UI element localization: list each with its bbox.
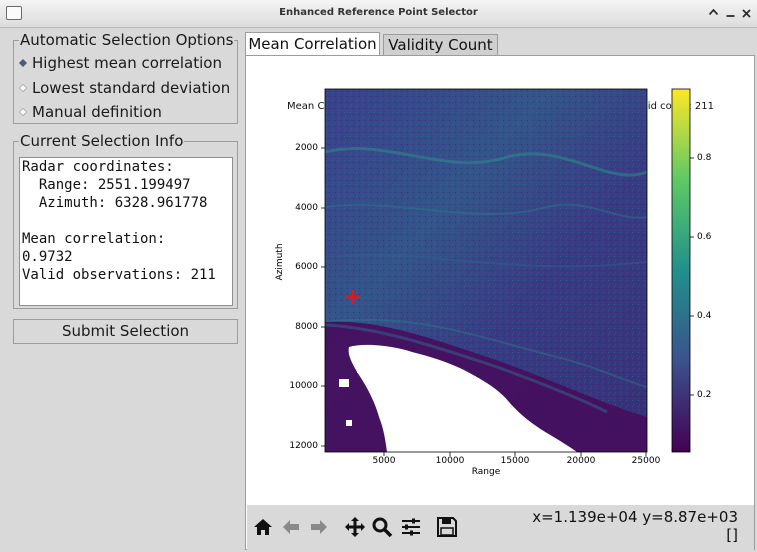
- selection-info-title: Current Selection Info: [19, 132, 185, 150]
- y-tick-label: 8000: [295, 322, 318, 332]
- plot-toolbar: x=1.139e+04 y=8.87e+03 []: [247, 505, 754, 550]
- colorbar-ticks: [690, 157, 694, 396]
- pan-button[interactable]: [343, 515, 367, 539]
- plot-canvas: [321, 88, 694, 456]
- colorbar-tick-label: 0.2: [697, 390, 712, 400]
- radio-selected-icon: [19, 59, 27, 67]
- configure-icon: [402, 518, 420, 536]
- selection-info-text: Radar coordinates: Range: 2551.199497 Az…: [22, 159, 216, 283]
- zoom-button[interactable]: [370, 515, 394, 539]
- x-tick-label: 15000: [500, 456, 530, 466]
- submit-selection-button[interactable]: Submit Selection: [13, 319, 238, 344]
- colorbar-tick-label: 0.4: [697, 311, 712, 321]
- back-button[interactable]: [279, 515, 303, 539]
- selection-info-frame: Current Selection Info Radar coordinates…: [13, 132, 238, 309]
- maximize-button[interactable]: [705, 5, 721, 21]
- cursor-value: []: [726, 526, 738, 544]
- radio-label: Manual definition: [32, 103, 162, 121]
- home-button[interactable]: [251, 515, 275, 539]
- zoom-icon: [372, 517, 393, 538]
- radio-label: Lowest standard deviation: [32, 79, 231, 97]
- forward-icon: [311, 520, 327, 534]
- radio-unselected-icon: [18, 83, 28, 93]
- save-button[interactable]: [435, 515, 459, 539]
- title-bar: Enhanced Reference Point Selector: [0, 0, 757, 28]
- home-icon: [254, 519, 272, 535]
- notebook-panel: Mean Correlation - Range: 11388.47, Azim…: [245, 55, 755, 550]
- radio-highest-mean-correlation[interactable]: Highest mean correlation: [18, 53, 222, 73]
- pan-icon: [345, 517, 365, 537]
- configure-button[interactable]: [399, 515, 423, 539]
- forward-button[interactable]: [307, 515, 331, 539]
- plot-figure[interactable]: Mean Correlation - Range: 11388.47, Azim…: [247, 57, 754, 505]
- save-icon: [437, 517, 457, 537]
- cursor-coordinates: x=1.139e+04 y=8.87e+03: [532, 508, 738, 526]
- y-axis-label: Azimuth: [275, 243, 285, 281]
- x-tick-label: 10000: [435, 456, 465, 466]
- y-tick-label: 6000: [295, 262, 318, 272]
- x-tick-label: 5000: [372, 456, 396, 466]
- x-axis-label: Range: [471, 467, 501, 477]
- radio-label: Highest mean correlation: [32, 54, 222, 72]
- colorbar-tick-label: 0.6: [697, 232, 712, 242]
- y-tick-label: 12000: [289, 441, 318, 451]
- window-title: Enhanced Reference Point Selector: [279, 7, 478, 18]
- minimize-button[interactable]: [722, 5, 738, 21]
- minimize-icon: [726, 15, 734, 17]
- y-axis: [321, 147, 325, 447]
- back-icon: [283, 520, 299, 534]
- tab-validity-count[interactable]: Validity Count: [383, 34, 498, 56]
- selection-info-textbox[interactable]: Radar coordinates: Range: 2551.199497 Az…: [19, 157, 233, 306]
- y-tick-label: 10000: [289, 381, 318, 391]
- colorbar-tick-label: 0.8: [697, 153, 712, 163]
- close-button[interactable]: [738, 5, 754, 21]
- y-tick-label: 4000: [295, 203, 318, 213]
- selection-options-title: Automatic Selection Options: [19, 31, 235, 49]
- y-tick-label: 2000: [295, 143, 318, 153]
- correlation-image: [325, 89, 647, 452]
- radio-manual-definition[interactable]: Manual definition: [18, 102, 162, 122]
- radio-lowest-standard-deviation[interactable]: Lowest standard deviation: [18, 78, 230, 98]
- close-icon: [741, 9, 751, 18]
- app-body: Automatic Selection Options Highest mean…: [0, 28, 757, 552]
- colorbar: [671, 88, 691, 453]
- radio-unselected-icon: [18, 107, 28, 117]
- x-tick-label: 20000: [566, 456, 596, 466]
- chevron-up-icon: [708, 9, 718, 15]
- x-tick-label: 25000: [631, 456, 661, 466]
- selection-options-frame: Automatic Selection Options Highest mean…: [13, 31, 238, 124]
